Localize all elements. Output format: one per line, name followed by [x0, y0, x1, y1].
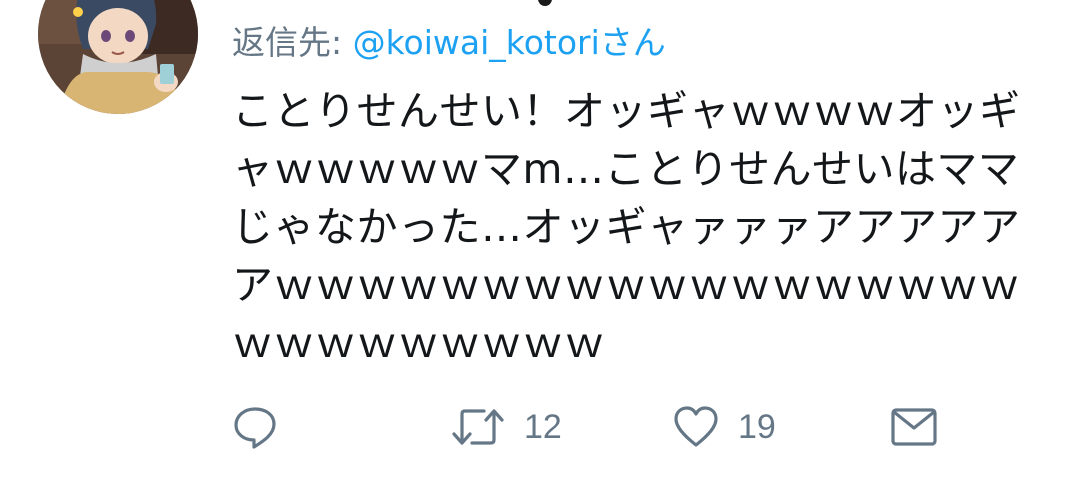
tweet-actions: 12 19 [232, 400, 952, 454]
reply-to-label: 返信先: [232, 23, 353, 62]
reply-to-handle-link[interactable]: @koiwai_kotoriさん [353, 23, 666, 62]
previous-tweet-edge [538, 0, 552, 6]
speech-bubble-icon [234, 407, 276, 449]
retweet-icon [452, 409, 504, 445]
avatar[interactable] [38, 0, 198, 114]
like-count: 19 [738, 407, 776, 446]
like-button[interactable]: 19 [672, 400, 776, 454]
reply-button[interactable] [232, 400, 278, 454]
avatar-image [38, 0, 198, 114]
tweet: 返信先: @koiwai_kotoriさん ことりせんせい！オッギャｗｗｗｗオッ… [0, 0, 1079, 486]
heart-icon [674, 406, 718, 447]
retweet-button[interactable]: 12 [450, 400, 562, 454]
reply-to-line: 返信先: @koiwai_kotoriさん [232, 20, 666, 66]
envelope-icon [891, 408, 937, 446]
tweet-text: ことりせんせい！オッギャｗｗｗｗオッギャｗｗｗｗｗマm…ことりせんせいはママじゃ… [232, 87, 1021, 367]
direct-message-button[interactable] [890, 400, 938, 454]
retweet-count: 12 [524, 407, 562, 446]
